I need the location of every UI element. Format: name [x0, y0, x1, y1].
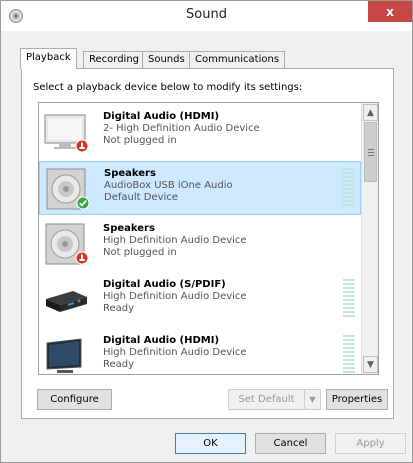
grip-icon: [368, 149, 374, 156]
scroll-thumb[interactable]: [364, 122, 377, 182]
level-meter: [343, 335, 355, 374]
device-status: Default Device: [104, 192, 178, 203]
device-list[interactable]: Digital Audio (HDMI) 2- High Definition …: [38, 102, 379, 375]
device-description: High Definition Audio Device: [103, 347, 247, 358]
device-description: AudioBox USB iOne Audio: [104, 180, 233, 191]
chevron-down-icon: ▼: [304, 390, 320, 409]
level-meter: [342, 168, 354, 208]
tab-sounds[interactable]: Sounds: [142, 51, 191, 68]
default-check-badge-icon: [76, 196, 90, 210]
scroll-up-button[interactable]: ▲: [363, 104, 378, 121]
playback-panel: Select a playback device below to modify…: [21, 68, 394, 419]
sound-dialog: Sound x Playback Recording Sounds Commun…: [0, 0, 413, 463]
tab-communications[interactable]: Communications: [189, 51, 286, 68]
configure-button[interactable]: Configure: [37, 389, 112, 410]
ok-button[interactable]: OK: [175, 433, 246, 454]
device-name: Digital Audio (HDMI): [103, 335, 220, 346]
device-status: Not plugged in: [103, 247, 177, 258]
cancel-button[interactable]: Cancel: [255, 433, 326, 454]
tab-playback[interactable]: Playback: [20, 48, 77, 69]
set-default-button: Set Default ▼: [228, 389, 321, 410]
device-item[interactable]: Digital Audio (HDMI) 2- High Definition …: [39, 105, 361, 159]
device-description: 2- High Definition Audio Device: [103, 123, 260, 134]
device-item-selected[interactable]: Speakers AudioBox USB iOne Audio Default…: [39, 161, 361, 215]
device-item[interactable]: Speakers High Definition Audio Device No…: [39, 217, 361, 271]
unplugged-badge-icon: [75, 139, 89, 153]
properties-button[interactable]: Properties: [326, 389, 388, 410]
apply-button: Apply: [335, 433, 406, 454]
title-bar[interactable]: Sound x: [1, 1, 412, 31]
instruction-text: Select a playback device below to modify…: [33, 82, 303, 93]
list-scrollbar[interactable]: ▲ ▼: [361, 103, 378, 374]
device-name: Digital Audio (HDMI): [103, 111, 220, 122]
device-item[interactable]: Digital Audio (HDMI) High Definition Aud…: [39, 329, 361, 374]
unplugged-badge-icon: [75, 251, 89, 265]
device-description: High Definition Audio Device: [103, 291, 247, 302]
scroll-down-button[interactable]: ▼: [363, 356, 378, 373]
device-name: Digital Audio (S/PDIF): [103, 279, 226, 290]
chevron-up-icon: ▲: [367, 107, 374, 118]
device-name: Speakers: [103, 223, 155, 234]
tab-recording[interactable]: Recording: [83, 51, 146, 68]
spdif-receiver-icon: [46, 291, 87, 312]
close-button[interactable]: x: [368, 1, 412, 22]
device-status: Ready: [103, 359, 135, 370]
device-item[interactable]: Digital Audio (S/PDIF) High Definition A…: [39, 273, 361, 327]
level-meter: [343, 279, 355, 319]
device-name: Speakers: [104, 168, 156, 179]
monitor-icon: [46, 338, 82, 373]
set-default-label: Set Default: [238, 394, 295, 405]
window-title: Sound: [186, 7, 227, 22]
device-description: High Definition Audio Device: [103, 235, 247, 246]
device-status: Not plugged in: [103, 135, 177, 146]
chevron-down-icon: ▼: [367, 359, 374, 370]
device-status: Ready: [103, 303, 135, 314]
